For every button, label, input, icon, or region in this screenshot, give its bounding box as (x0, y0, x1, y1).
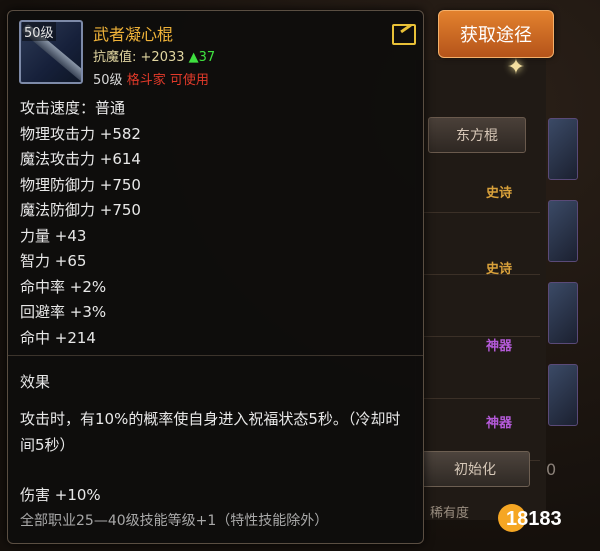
stat-line: 命中率 +2% (20, 277, 107, 296)
stat-line: 物理攻击力 +582 (20, 124, 141, 143)
item-tooltip: 50级 武者凝心棍 抗魔值: +2033 ▲37 50级 格斗家 可使用 攻击速… (7, 10, 424, 544)
stat-line: 物理防御力 +750 (20, 175, 141, 194)
rarity-label: 稀有度 (430, 506, 470, 521)
stat-line: 攻击速度：普通 (20, 99, 126, 117)
initialize-button[interactable]: 初始化 (420, 451, 530, 487)
equipment-thumbnail[interactable] (548, 118, 578, 180)
required-class: 格斗家 可使用 (126, 73, 209, 88)
logo-text: 18183 (506, 508, 562, 530)
resist-number: +2033 (140, 50, 185, 65)
skill-level-bonus: 全部职业25—40级技能等级+1（特性技能除外） (20, 513, 329, 529)
effect-title: 效果 (20, 373, 51, 391)
site-logo: 18183 (498, 504, 562, 532)
rarity-tag: 神器 (486, 339, 513, 354)
stats-list: 攻击速度：普通 物理攻击力 +582 魔法攻击力 +614 物理防御力 +750… (20, 96, 410, 351)
equipment-thumbnail[interactable] (548, 364, 578, 426)
stat-line: 魔法攻击力 +614 (20, 150, 141, 168)
stat-line: 命中 +214 (20, 328, 96, 347)
stat-line: 回避率 +3% (20, 303, 107, 321)
damage-bonus: 伤害 +10% (20, 486, 101, 504)
obtain-method-button[interactable]: 获取途径 (438, 10, 554, 58)
equipment-thumbnail[interactable] (548, 200, 578, 262)
rarity-tag: 史诗 (486, 262, 513, 277)
list-item[interactable] (420, 212, 540, 275)
list-item[interactable] (420, 336, 540, 399)
share-icon[interactable] (392, 24, 416, 45)
item-level-badge: 50级 (22, 22, 56, 41)
divider (8, 355, 423, 356)
resist-value: 抗魔值: +2033 ▲37 (93, 46, 215, 65)
equipment-thumbnail[interactable] (548, 282, 578, 344)
partial-number: 0 (546, 460, 557, 479)
rarity-tag: 史诗 (486, 186, 513, 201)
stat-line: 智力 +65 (20, 252, 87, 270)
star-sparkle-icon: ✦ (506, 55, 526, 80)
resist-label: 抗魔值: (93, 50, 137, 65)
item-name: 武者凝心棍 (93, 25, 174, 44)
required-level: 50级 (93, 73, 123, 88)
stat-line: 魔法防御力 +750 (20, 201, 141, 219)
resist-delta: ▲37 (188, 50, 216, 65)
requirement: 50级 格斗家 可使用 (93, 69, 209, 88)
class-filter-button[interactable]: 东方棍 (428, 117, 526, 153)
item-staff-icon: 50级 (19, 20, 83, 84)
rarity-tag: 神器 (486, 416, 513, 431)
list-item[interactable] (420, 274, 540, 337)
list-item[interactable] (420, 150, 540, 213)
stat-line: 力量 +43 (20, 226, 87, 245)
effect-description: 攻击时，有10%的概率使自身进入祝福状态5秒。（冷却时间5秒） (20, 410, 401, 454)
